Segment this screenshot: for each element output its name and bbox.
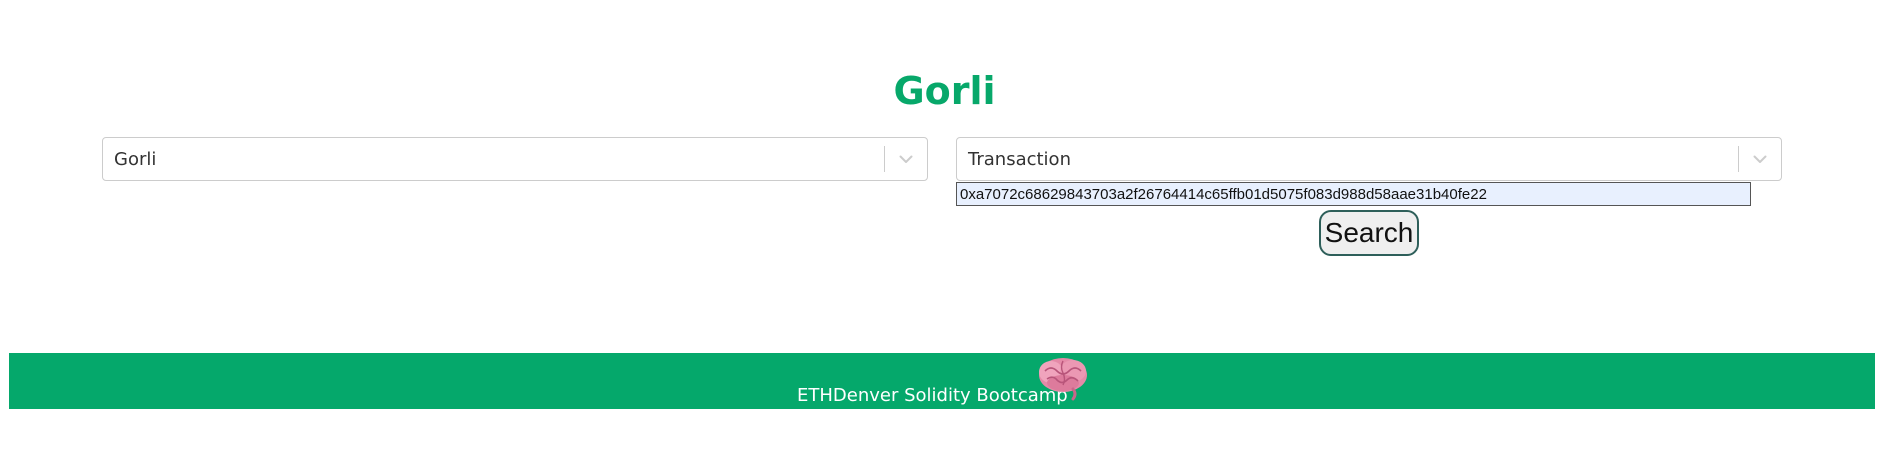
page: Gorli Gorli Transaction Search ETHDenver… [0,0,1889,452]
brain-icon [1039,358,1087,401]
footer-text: ETHDenver Solidity Bootcamp [797,385,1068,406]
transaction-hash-input[interactable] [956,182,1751,206]
network-select[interactable]: Gorli [102,137,928,181]
network-dropdown-indicator[interactable] [885,138,927,180]
search-button[interactable]: Search [1319,210,1419,256]
type-select-value: Transaction [968,148,1071,170]
network-select-value: Gorli [114,148,157,170]
footer: ETHDenver Solidity Bootcamp [9,353,1875,409]
chevron-down-icon [1753,155,1767,163]
chevron-down-icon [899,155,913,163]
type-dropdown-indicator[interactable] [1739,138,1781,180]
page-title: Gorli [893,69,996,113]
type-select[interactable]: Transaction [956,137,1782,181]
